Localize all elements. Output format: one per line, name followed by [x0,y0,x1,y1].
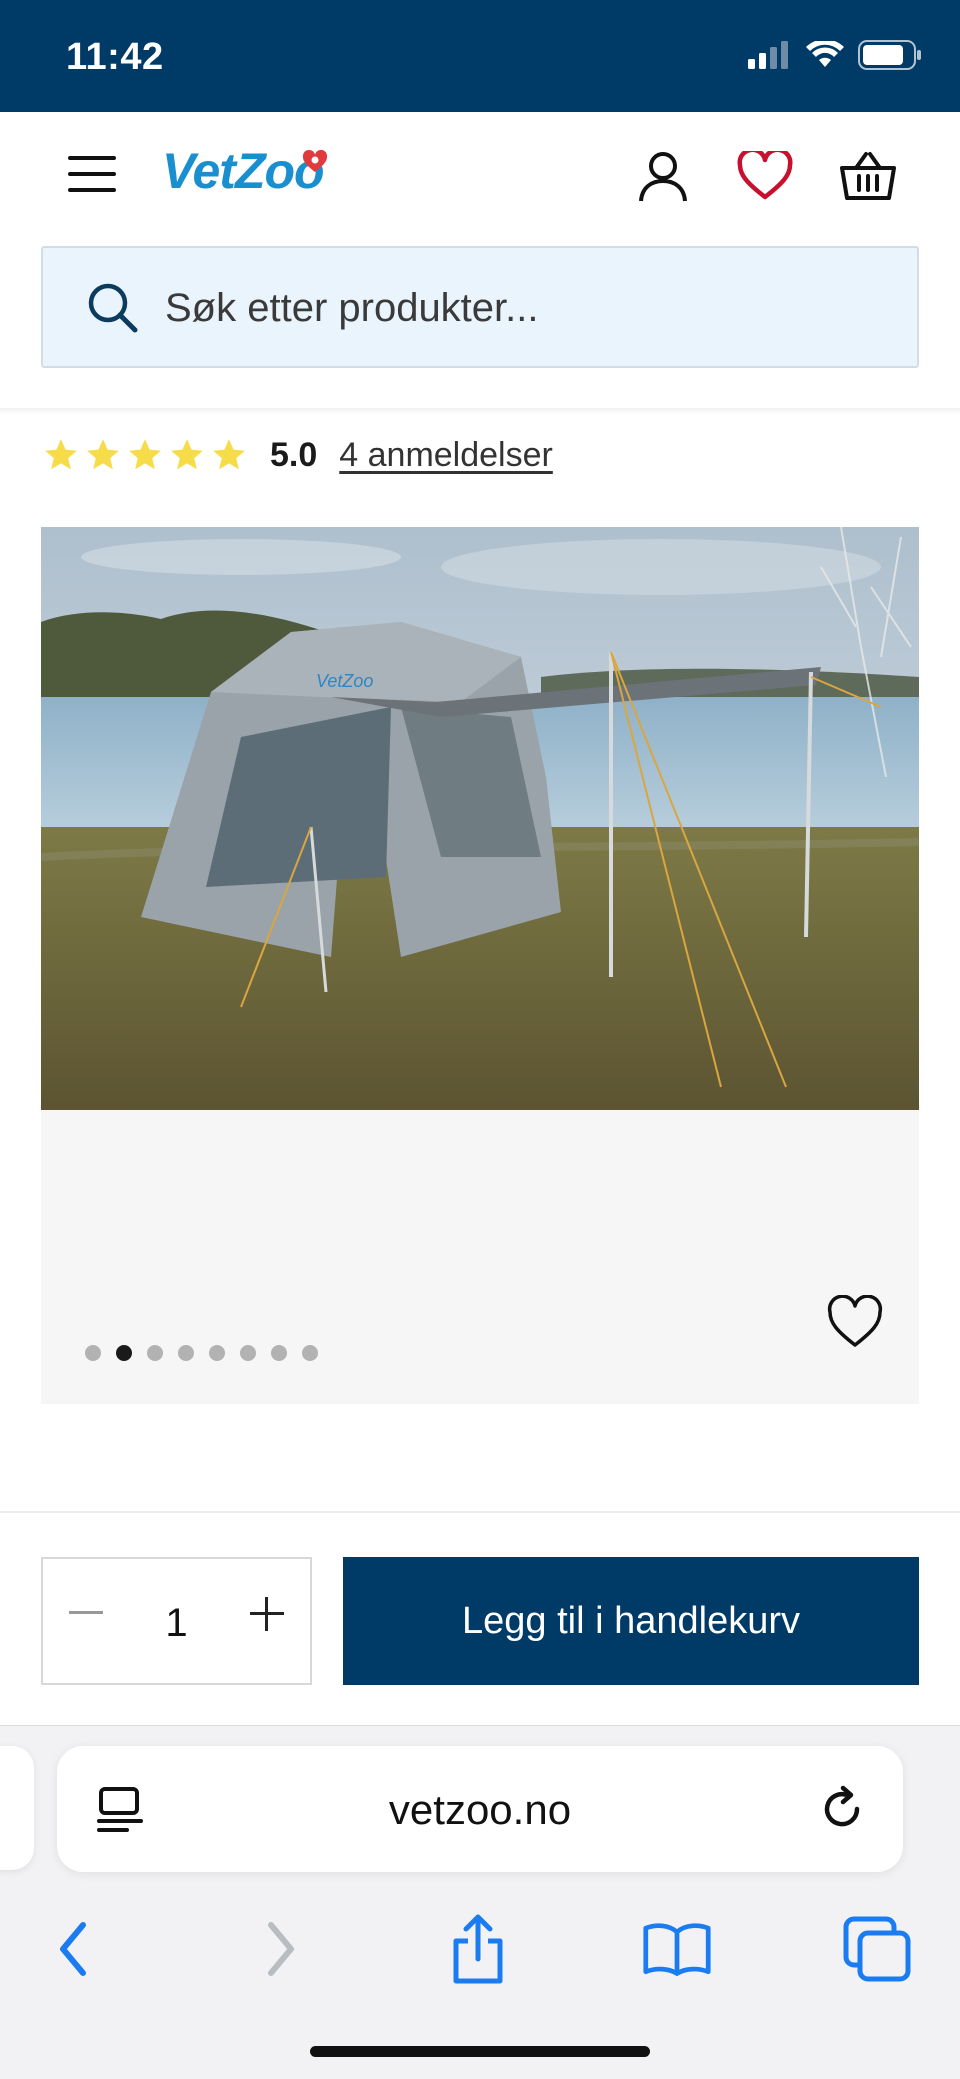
status-bar: 11:42 [0,0,960,112]
star-icon [45,439,77,470]
star-icon [171,439,203,470]
menu-button[interactable] [68,156,116,192]
product-rating: 5.0 4 anmeldelser [42,430,553,480]
user-icon [639,152,687,202]
bookmarks-button[interactable] [642,1914,712,1984]
quantity-stepper: 1 [41,1557,312,1685]
header-divider [0,408,960,414]
search-box [41,246,919,368]
chevron-left-icon [60,1922,86,1976]
increase-quantity-button[interactable] [250,1597,284,1631]
url-text[interactable]: vetzoo.no [57,1786,903,1834]
book-icon [643,1923,711,1976]
site-header: VetZoo [0,112,960,232]
rating-value: 5.0 [270,435,318,474]
reviews-link[interactable]: 4 anmeldelser [339,436,553,475]
cart-button[interactable] [838,146,898,206]
home-indicator [310,2046,650,2057]
wishlist-button[interactable] [735,146,795,206]
heart-icon [737,151,793,200]
signal-icon [748,41,788,69]
product-wishlist-heart-icon[interactable] [825,1295,885,1351]
svg-text:VetZoo: VetZoo [316,671,373,691]
carousel-dot[interactable] [240,1345,256,1361]
browser-toolbar [0,1896,960,1996]
status-time: 11:42 [66,36,164,78]
purchase-bar: 1 Legg til i handlekurv [0,1511,960,1725]
tabs-icon [843,1916,911,1982]
carousel-dot[interactable] [178,1345,194,1361]
carousel-dot[interactable] [302,1345,318,1361]
forward-button[interactable] [246,1914,316,1984]
carousel-dots [85,1345,318,1361]
chevron-right-icon [268,1922,294,1976]
search-input[interactable] [165,276,865,340]
tabs-button[interactable] [842,1914,912,1984]
address-bar[interactable]: vetzoo.no [57,1746,903,1872]
star-icon [213,439,245,470]
battery-icon [858,40,921,70]
add-to-cart-button[interactable]: Legg til i handlekurv [343,1557,919,1685]
status-icons [748,40,922,70]
carousel-dot[interactable] [271,1345,287,1361]
share-button[interactable] [443,1914,513,1984]
wifi-icon [806,41,844,67]
logo-heart-icon [302,150,328,172]
carousel-dot-active[interactable] [116,1345,132,1361]
vetzoo-logo[interactable]: VetZoo [162,142,325,200]
star-icon [87,439,119,470]
rating-stars [42,436,248,474]
star-icon [129,439,161,470]
browser-chrome: vetzoo.no [0,1725,960,2079]
reload-icon[interactable] [817,1784,867,1834]
carousel-dot[interactable] [85,1345,101,1361]
search-icon[interactable] [87,282,139,334]
basket-icon [840,152,896,200]
share-icon [453,1914,503,1984]
carousel-dot[interactable] [209,1345,225,1361]
product-gallery[interactable]: VetZoo [41,527,919,1404]
back-button[interactable] [38,1914,108,1984]
product-image-tent[interactable]: VetZoo [41,527,919,1110]
account-button[interactable] [633,146,693,206]
previous-tab-preview[interactable] [0,1746,34,1870]
carousel-dot[interactable] [147,1345,163,1361]
